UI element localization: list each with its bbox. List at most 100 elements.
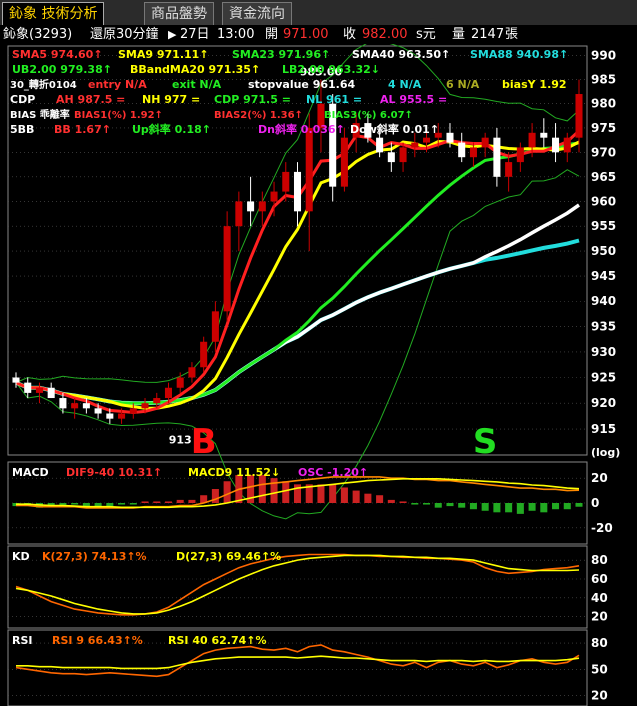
candle-body <box>247 201 255 212</box>
candle-body <box>35 387 43 393</box>
kd-line-a <box>15 553 580 616</box>
y-tick-label: 0 <box>591 496 599 510</box>
scale-label: (log) <box>591 446 620 459</box>
osc-bar <box>364 493 372 503</box>
y-tick-label: 20 <box>591 610 608 624</box>
close-label: 收 <box>343 27 357 42</box>
y-tick-label: 915 <box>591 422 616 436</box>
osc-bar <box>188 499 196 503</box>
indicator-label: SMA88 940.98↑ <box>470 48 568 61</box>
period-label[interactable]: 還原30分鐘 <box>90 25 159 44</box>
y-tick-label: 965 <box>591 170 616 184</box>
osc-bar <box>106 503 114 507</box>
candle-body <box>106 413 114 419</box>
candle-body <box>12 377 20 383</box>
indicator-label: Up斜率 0.18↑ <box>132 122 211 136</box>
osc-bar <box>505 503 513 513</box>
kd-line-b <box>15 554 580 615</box>
quote-info-bar: 鈊象(3293) 還原30分鐘 ▶ 27日 13:00 開 971.00 收 9… <box>0 25 637 44</box>
y-tick-label: 970 <box>591 145 616 159</box>
y-tick-label: 925 <box>591 370 616 384</box>
y-tick-label: 950 <box>591 244 616 258</box>
tab-technical-analysis[interactable]: 鈊象 技術分析 <box>2 2 105 25</box>
osc-bar <box>352 490 360 503</box>
candle-body <box>141 403 149 409</box>
indicator-label: KD <box>12 550 30 563</box>
indicator-label: RSI 9 66.43↑% <box>52 634 143 647</box>
indicator-label: LB2.00 963.32↓ <box>282 63 380 76</box>
osc-bar <box>387 499 395 503</box>
osc-bar <box>376 495 384 503</box>
indicator-label: NH 977 = <box>142 93 200 106</box>
close-value: 982.00 <box>362 27 408 42</box>
candle-body <box>293 171 302 212</box>
indicator-label: biasY 1.92 <box>502 78 567 91</box>
candle-body <box>94 408 102 414</box>
kd-panel <box>15 553 580 616</box>
tab-fund-flow[interactable]: 資金流向 <box>222 2 292 25</box>
indicator-label: UB2.00 979.38↑ <box>12 63 112 76</box>
volume-unit: 張 <box>505 27 519 42</box>
candle-body <box>282 171 290 192</box>
macd-panel <box>12 475 583 514</box>
indicator-label: SMA5 974.60↑ <box>12 48 103 61</box>
osc-bar <box>481 503 489 511</box>
candle-body <box>516 147 524 163</box>
candle-body <box>47 387 55 399</box>
candle-body <box>481 137 489 148</box>
y-tick-label: 985 <box>591 73 616 87</box>
candle-body <box>24 382 32 393</box>
osc-bar <box>223 481 231 503</box>
volume-label: 量 <box>452 27 466 42</box>
candle-body <box>387 152 395 163</box>
osc-bar <box>176 499 184 503</box>
osc-bar <box>153 501 161 503</box>
candle-body <box>59 398 67 409</box>
indicator-label: 6 N/A <box>446 78 480 91</box>
candle-body <box>188 367 196 378</box>
osc-bar <box>71 503 79 505</box>
candle-body <box>493 137 501 177</box>
play-icon[interactable]: ▶ <box>168 25 176 44</box>
y-tick-label: 930 <box>591 345 616 359</box>
candle-body <box>71 403 79 409</box>
candle-body <box>528 132 536 148</box>
volume-value: 2147 <box>471 27 505 42</box>
unit-label: s元 <box>416 27 436 42</box>
indicator-label: SMA40 963.50↑ <box>352 48 450 61</box>
indicator-label: 5BB <box>10 123 34 136</box>
indicator-label: OSC -1.20↑ <box>298 466 368 479</box>
time-label: 13:00 <box>217 27 255 42</box>
y-tick-label: 80 <box>591 553 608 567</box>
indicator-label: NL 961 = <box>306 93 362 106</box>
indicator-label: entry N/A <box>88 78 147 91</box>
indicator-label: CDP <box>10 93 35 106</box>
osc-bar <box>540 503 548 513</box>
indicator-label: BIAS2(%) 1.36↑ <box>214 110 303 121</box>
candle-body <box>270 191 278 202</box>
y-tick-label: 960 <box>591 194 616 208</box>
osc-bar <box>129 503 137 505</box>
technical-chart[interactable]: 990 985 980 975 970 965 960 955 950 945 940 935 930 9… <box>0 44 637 706</box>
sell-marker: S <box>473 422 498 462</box>
osc-bar <box>258 475 266 503</box>
y-tick-label: 40 <box>591 591 608 605</box>
candle-body <box>505 162 513 177</box>
osc-bar <box>434 503 442 508</box>
indicator-label: 30_轉折0104 <box>10 78 77 91</box>
candle-body <box>399 147 407 163</box>
osc-bar <box>528 503 536 511</box>
candle-body <box>340 137 348 187</box>
indicator-label: stopvalue 961.64 <box>248 78 356 91</box>
candle-body <box>118 413 126 419</box>
indicator-label: RSI <box>12 634 33 647</box>
candle-body <box>376 137 384 153</box>
tab-market-status[interactable]: 商品盤勢 <box>144 2 214 25</box>
y-tick-label: 980 <box>591 97 616 111</box>
indicator-label: SMA23 971.96↑ <box>232 48 330 61</box>
y-tick-label: 935 <box>591 320 616 334</box>
osc-bar <box>317 484 325 503</box>
indicator-label: MACD9 11.52↓ <box>188 466 280 479</box>
candle-body <box>540 132 548 138</box>
osc-bar <box>118 503 126 505</box>
